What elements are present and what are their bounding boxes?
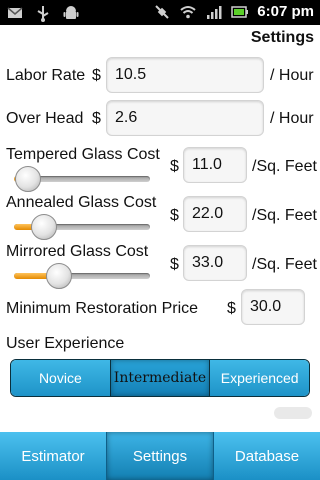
tab-settings[interactable]: Settings xyxy=(107,432,214,480)
overhead-unit: / Hour xyxy=(270,110,314,127)
tempered-glass-unit: /Sq. Feet xyxy=(252,158,317,175)
annealed-glass-slider[interactable] xyxy=(6,214,150,240)
mirrored-glass-unit: /Sq. Feet xyxy=(252,256,317,273)
labor-rate-unit: / Hour xyxy=(270,67,314,84)
slider-thumb[interactable] xyxy=(30,214,57,240)
wifi-icon xyxy=(180,6,196,19)
tempered-glass-input[interactable]: 11.0 xyxy=(183,147,247,183)
status-bar: 6:07 pm xyxy=(0,0,320,25)
min-restoration-currency: $ xyxy=(227,300,236,317)
overhead-input[interactable]: 2.6 xyxy=(106,100,264,136)
scroll-indicator xyxy=(274,407,312,419)
annealed-glass-label: Annealed Glass Cost xyxy=(6,194,157,211)
overhead-currency: $ xyxy=(92,110,101,127)
slider-thumb[interactable] xyxy=(14,166,41,192)
status-left-icons xyxy=(6,4,80,22)
annealed-glass-currency: $ xyxy=(170,207,179,224)
min-restoration-label: Minimum Restoration Price xyxy=(6,300,199,317)
labor-rate-label: Labor Rate xyxy=(6,67,86,84)
tab-estimator[interactable]: Estimator xyxy=(0,432,107,480)
annealed-glass-value: 22.0 xyxy=(192,205,224,222)
satellite-icon xyxy=(155,5,170,19)
mirrored-glass-label: Mirrored Glass Cost xyxy=(6,243,149,260)
labor-rate-value: 10.5 xyxy=(115,66,147,83)
android-icon xyxy=(63,6,79,19)
segment-novice[interactable]: Novice xyxy=(11,360,111,396)
annealed-glass-input[interactable]: 22.0 xyxy=(183,196,247,232)
overhead-value: 2.6 xyxy=(115,109,138,126)
annealed-glass-unit: /Sq. Feet xyxy=(252,207,317,224)
user-experience-selector: Novice Intermediate Experienced xyxy=(10,359,310,397)
tempered-glass-label: Tempered Glass Cost xyxy=(6,146,160,163)
mail-icon xyxy=(7,7,23,18)
labor-rate-input[interactable]: 10.5 xyxy=(106,57,264,93)
segment-intermediate[interactable]: Intermediate xyxy=(110,360,211,396)
status-clock: 6:07 pm xyxy=(257,3,314,20)
mirrored-glass-value: 33.0 xyxy=(192,254,224,271)
tempered-glass-currency: $ xyxy=(170,158,179,175)
tab-database[interactable]: Database xyxy=(214,432,320,480)
mirrored-glass-slider[interactable] xyxy=(6,263,150,289)
battery-icon xyxy=(231,6,249,18)
labor-rate-currency: $ xyxy=(92,67,101,84)
usb-icon xyxy=(37,6,49,22)
min-restoration-value: 30.0 xyxy=(250,298,282,315)
mirrored-glass-currency: $ xyxy=(170,256,179,273)
tempered-glass-value: 11.0 xyxy=(192,156,222,173)
tempered-glass-slider[interactable] xyxy=(6,166,150,192)
mirrored-glass-input[interactable]: 33.0 xyxy=(183,245,247,281)
user-experience-label: User Experience xyxy=(6,335,125,352)
overhead-label: Over Head xyxy=(6,110,84,127)
segment-experienced[interactable]: Experienced xyxy=(210,360,309,396)
status-right-icons: 6:07 pm xyxy=(153,3,314,21)
bottom-tab-bar: Estimator Settings Database xyxy=(0,432,320,480)
page-title: Settings xyxy=(250,29,314,46)
min-restoration-input[interactable]: 30.0 xyxy=(241,289,305,325)
signal-icon xyxy=(207,6,222,19)
slider-thumb[interactable] xyxy=(45,263,72,289)
